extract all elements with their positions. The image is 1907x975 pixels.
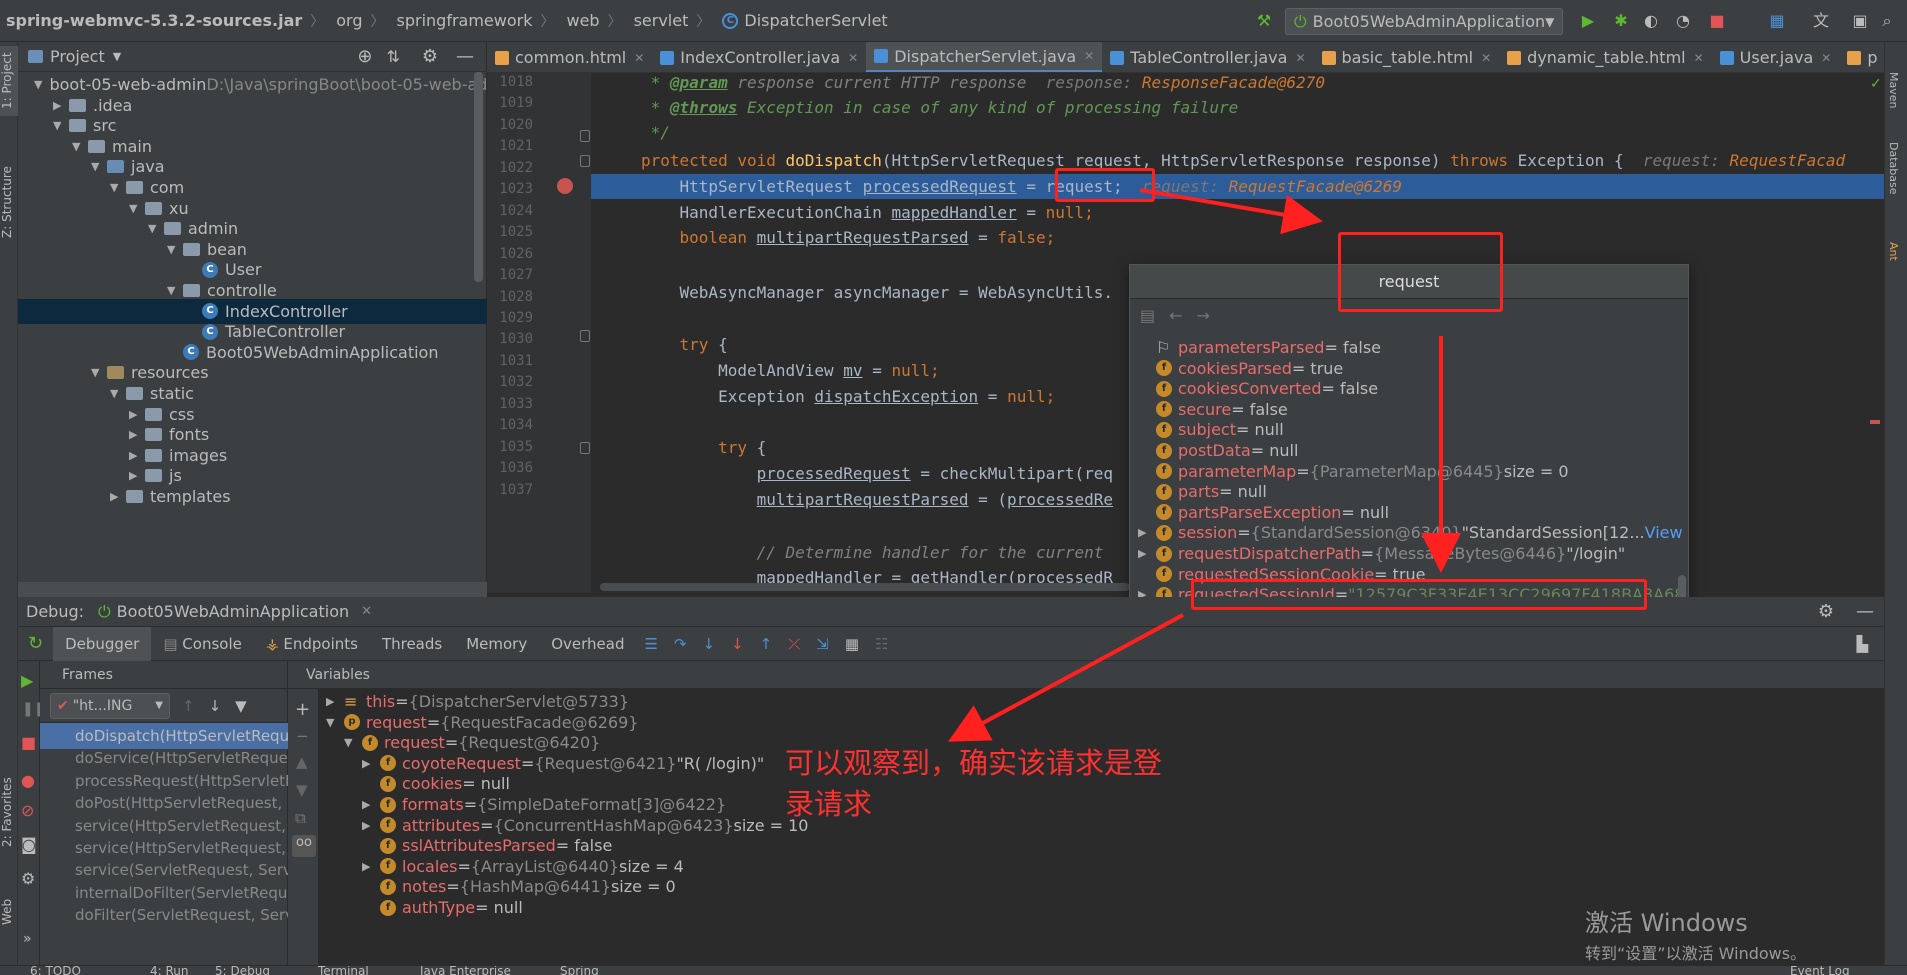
watermark-title: 激活 Windows	[1585, 909, 1748, 937]
annotation-arrows	[947, 188, 1461, 742]
arrow-to-note	[947, 613, 1184, 742]
annotation-text: 可以观察到，确实该请求是登录请求	[785, 746, 1163, 821]
windows-activation-watermark: 激活 Windows 转到“设置”以激活 Windows。	[1585, 903, 1806, 964]
watermark-subtitle: 转到“设置”以激活 Windows。	[1585, 944, 1807, 963]
arrow-to-popup	[1139, 188, 1323, 235]
